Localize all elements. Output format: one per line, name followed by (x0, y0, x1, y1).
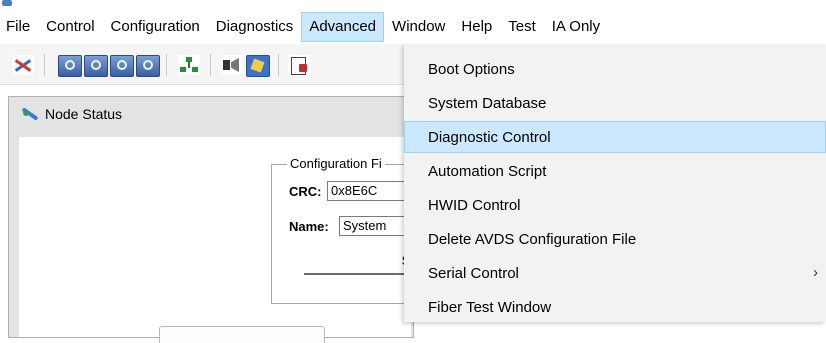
disconnect-icon[interactable] (12, 55, 34, 75)
menu-advanced[interactable]: Advanced (301, 12, 385, 42)
menu-bar: File Control Configuration Diagnostics A… (0, 12, 826, 42)
submenu-arrow-icon: › (813, 264, 818, 281)
toolbar-separator (166, 54, 167, 76)
menu-item-label: System Database (428, 94, 547, 112)
window-title: Node Status (45, 106, 123, 122)
node-status-window: Node Status Configuration Fi CRC: 0x8E6C… (8, 96, 434, 343)
node-icon[interactable] (110, 55, 134, 77)
menu-item-label: Fiber Test Window (428, 298, 552, 316)
menu-item-label: Boot Options (428, 60, 515, 78)
menu-item-diagnostic-control[interactable]: Diagnostic Control (404, 121, 826, 153)
menu-item-label: Delete AVDS Configuration File (428, 230, 637, 248)
menu-item-serial-control[interactable]: Serial Control › (404, 257, 826, 289)
menu-item-fiber-test-window[interactable]: Fiber Test Window (404, 291, 826, 323)
menu-item-delete-avds-configuration-file[interactable]: Delete AVDS Configuration File (404, 223, 826, 255)
speaker-icon[interactable] (220, 55, 242, 75)
toolbar-separator (278, 54, 279, 76)
menu-item-automation-script[interactable]: Automation Script (404, 155, 826, 187)
menu-ia-only[interactable]: IA Only (544, 12, 608, 42)
menu-diagnostics[interactable]: Diagnostics (208, 12, 302, 42)
app-icon (2, 0, 12, 6)
menu-test[interactable]: Test (500, 12, 544, 42)
menu-item-label: Serial Control (428, 264, 519, 282)
menu-help[interactable]: Help (453, 12, 500, 42)
node-icon[interactable] (58, 55, 82, 77)
crc-label: CRC: (289, 184, 322, 199)
menu-item-hwid-control[interactable]: HWID Control (404, 189, 826, 221)
node-icon[interactable] (136, 55, 160, 77)
node-status-icon (21, 108, 39, 120)
menu-file[interactable]: File (0, 12, 38, 42)
node-icon[interactable] (84, 55, 108, 77)
menu-item-label: Automation Script (428, 162, 547, 180)
menu-item-system-database[interactable]: System Database (404, 87, 826, 119)
menu-window[interactable]: Window (384, 12, 453, 42)
bottom-tab[interactable] (159, 326, 325, 343)
configuration-group-label: Configuration Fi (287, 156, 385, 171)
document-icon[interactable] (288, 55, 310, 75)
menu-configuration[interactable]: Configuration (103, 12, 208, 42)
menu-item-label: Diagnostic Control (428, 128, 551, 146)
menu-item-label: HWID Control (428, 196, 521, 214)
toolbar-separator (210, 54, 211, 76)
toolbar-separator (44, 54, 45, 76)
node-status-titlebar[interactable]: Node Status (9, 97, 413, 131)
node-status-body: Configuration Fi CRC: 0x8E6C Name: Syste… (19, 137, 434, 343)
menu-item-boot-options[interactable]: Boot Options (404, 53, 826, 85)
network-tree-icon[interactable] (178, 55, 200, 75)
notepad-icon[interactable] (246, 55, 270, 77)
menu-control[interactable]: Control (38, 12, 102, 42)
name-label: Name: (289, 219, 329, 234)
advanced-menu: Boot Options System Database Diagnostic … (404, 44, 826, 322)
title-strip (0, 0, 826, 10)
